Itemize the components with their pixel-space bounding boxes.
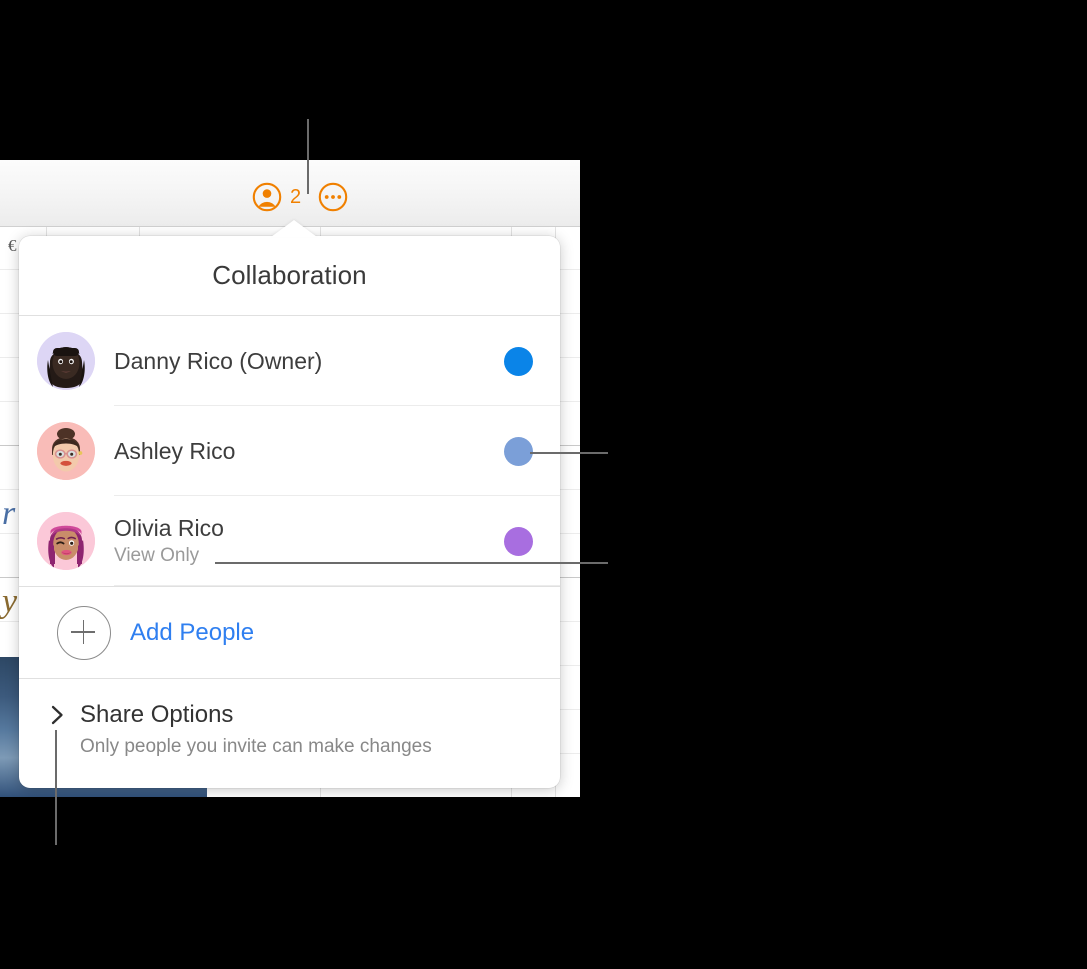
participant-status-dot [504, 436, 533, 466]
app-toolbar: 2 [0, 160, 580, 227]
callout-line-share-options [55, 730, 57, 845]
participant-info-ashley: Ashley Rico [114, 438, 504, 464]
person-circle-icon[interactable] [252, 182, 282, 212]
participant-info-danny: Danny Rico (Owner) [114, 348, 504, 374]
participants-list: Danny Rico (Owner) Ashley Rico Olivia Ri… [19, 316, 560, 587]
participant-row-ashley[interactable]: Ashley Rico [19, 406, 560, 496]
page-title: Collaboration [212, 260, 367, 290]
callout-line-status-dot [530, 452, 608, 454]
toolbar-controls: 2 [252, 182, 348, 212]
cell-glyph-script-b: y [2, 583, 18, 620]
participant-name: Danny Rico (Owner) [114, 347, 323, 374]
add-people-button[interactable]: Add People [19, 587, 560, 679]
participant-name: Olivia Rico [114, 515, 224, 542]
popover-arrow [271, 220, 317, 237]
participant-status-dot [504, 526, 533, 556]
participant-row-danny[interactable]: Danny Rico (Owner) [19, 316, 560, 406]
popover-header: Collaboration [19, 236, 560, 316]
participant-row-olivia[interactable]: Olivia Rico View Only [19, 496, 560, 586]
callout-line-participant-count [307, 119, 309, 194]
plus-circle-icon [57, 605, 111, 660]
share-options-title: Share Options [80, 701, 234, 728]
avatar-olivia [37, 512, 95, 570]
participant-name: Ashley Rico [114, 437, 236, 464]
collaboration-popover: Collaboration Danny Rico (Owner) Ashley … [19, 220, 560, 788]
share-options-toggle[interactable]: Share Options [50, 701, 560, 729]
cell-glyph-script-a: r [2, 495, 16, 532]
share-options-section: Share Options Only people you invite can… [19, 679, 560, 758]
add-people-label: Add People [130, 618, 255, 646]
share-options-description: Only people you invite can make changes [80, 736, 432, 757]
ellipsis-circle-icon[interactable] [318, 182, 348, 212]
chevron-right-icon [50, 704, 66, 726]
row-separator [114, 585, 560, 586]
participant-status-dot [504, 346, 533, 376]
participant-info-olivia: Olivia Rico View Only [114, 515, 504, 566]
callout-line-view-only [215, 562, 608, 564]
participant-count: 2 [290, 186, 302, 208]
avatar-danny [37, 332, 95, 390]
avatar-ashley [37, 422, 95, 480]
cell-glyph-currency: € [8, 236, 17, 255]
